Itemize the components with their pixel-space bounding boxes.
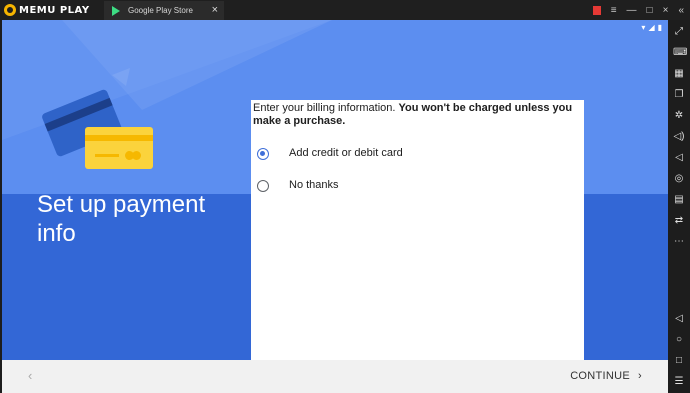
sync-icon[interactable]: ⇄ xyxy=(673,215,685,227)
recents-icon[interactable]: □ xyxy=(673,355,685,367)
settings-icon[interactable]: ✲ xyxy=(673,110,685,122)
title-bar: MEMU PLAY Google Play Store × ≡ — □ × « xyxy=(0,0,690,20)
bottom-bar: ‹ CONTINUE › xyxy=(2,360,668,393)
tab-close-icon[interactable]: × xyxy=(212,4,218,16)
volume-up-icon[interactable]: ◁) xyxy=(673,131,685,143)
billing-panel: Enter your billing information. You won'… xyxy=(251,100,584,360)
signal-icon: ◢ xyxy=(648,23,655,32)
back-chevron-icon[interactable]: ‹ xyxy=(28,368,32,383)
page-title-line2: info xyxy=(37,220,76,247)
radio-unselected-icon[interactable] xyxy=(257,180,269,192)
collapse-sidebar-icon[interactable]: « xyxy=(678,5,684,16)
status-bar: ▾ ◢ ▮ xyxy=(641,23,662,32)
option-label: Add credit or debit card xyxy=(289,147,403,159)
continue-button[interactable]: CONTINUE › xyxy=(570,370,642,382)
tab-label: Google Play Store xyxy=(128,6,193,15)
window-icon[interactable]: ❐ xyxy=(673,89,685,101)
radio-selected-icon[interactable] xyxy=(257,148,269,160)
menu-icon[interactable]: ☰ xyxy=(673,376,685,388)
card-number-line xyxy=(95,154,119,157)
billing-prompt-text: Enter your billing information. xyxy=(253,102,399,114)
option-label: No thanks xyxy=(289,179,339,191)
play-store-icon xyxy=(112,5,120,16)
wifi-icon: ▾ xyxy=(641,23,646,32)
location-icon[interactable]: ◎ xyxy=(673,173,685,185)
card-logo-circle xyxy=(132,151,141,160)
yellow-card-illustration xyxy=(85,127,153,169)
volume-down-icon[interactable]: ◁ xyxy=(673,152,685,164)
page-title-line1: Set up payment xyxy=(37,191,206,218)
keyboard-icon[interactable]: ⌨ xyxy=(673,47,687,59)
fullscreen-icon[interactable]: ⤢ xyxy=(673,26,685,38)
page-title: Set up payment info xyxy=(37,190,205,248)
home-icon[interactable]: ○ xyxy=(673,334,685,346)
maximize-icon[interactable]: □ xyxy=(647,5,653,16)
more-icon[interactable]: ⋯ xyxy=(673,236,685,248)
billing-prompt: Enter your billing information. You won'… xyxy=(253,102,581,128)
memu-logo-icon xyxy=(4,4,16,16)
close-icon[interactable]: × xyxy=(663,5,669,16)
gift-icon[interactable] xyxy=(592,5,601,15)
card-stripe xyxy=(85,135,153,141)
folder-icon[interactable]: ▤ xyxy=(673,194,685,206)
option-no-thanks[interactable]: No thanks xyxy=(257,178,339,194)
continue-label: CONTINUE xyxy=(570,370,631,382)
back-icon[interactable]: ◁ xyxy=(673,313,685,325)
window-controls: ≡ — □ × « xyxy=(592,0,690,20)
android-screen: ▾ ◢ ▮ Set up payment info Enter your bil… xyxy=(2,20,668,393)
emulator-sidebar: ⤢ ⌨ ▦ ❐ ✲ ◁) ◁ ◎ ▤ ⇄ ⋯ ◁ ○ □ ☰ xyxy=(668,20,690,393)
calendar-icon[interactable]: ▦ xyxy=(673,68,685,80)
menu-icon[interactable]: ≡ xyxy=(611,5,617,16)
minimize-icon[interactable]: — xyxy=(627,5,637,16)
brand-name: MEMU PLAY xyxy=(19,4,90,16)
option-add-card[interactable]: Add credit or debit card xyxy=(257,146,403,162)
battery-icon: ▮ xyxy=(657,23,662,32)
chevron-right-icon: › xyxy=(638,370,642,382)
tab-google-play-store[interactable]: Google Play Store × xyxy=(104,1,224,20)
memu-logo: MEMU PLAY xyxy=(4,3,90,17)
